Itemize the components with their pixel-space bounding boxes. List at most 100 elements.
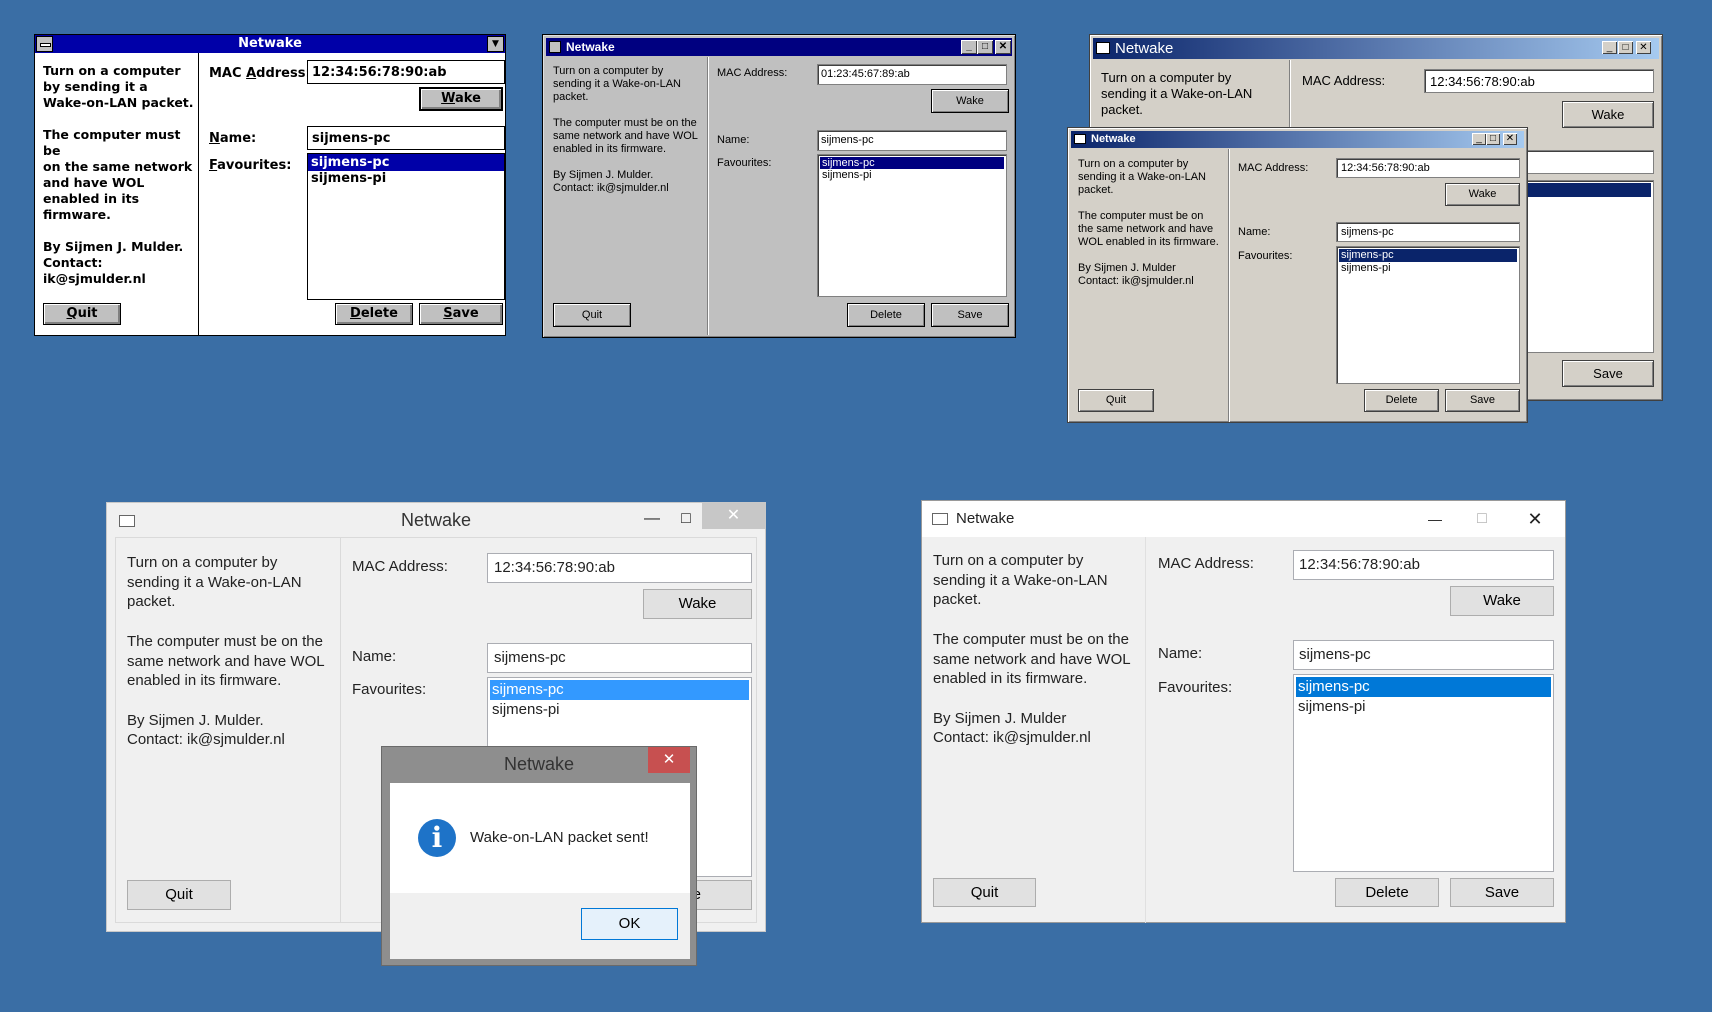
list-item[interactable]: sijmens-pc [820,157,1004,169]
minimize-icon[interactable]: — [1412,501,1458,537]
mac-address-label: MAC Address: [1302,73,1386,88]
list-item[interactable]: sijmens-pi [308,171,504,186]
favourites-list[interactable]: sijmens-pc sijmens-pi [307,153,505,300]
list-item[interactable]: sijmens-pi [1339,262,1517,275]
name-input[interactable]: sijmens-pc [1336,222,1520,242]
name-input[interactable]: sijmens-pc [1293,640,1554,670]
window-title: Netwake [566,40,615,54]
wake-button[interactable]: Wake [1450,586,1554,616]
window-win95: Netwake _ □ ✕ Turn on a computer by send… [542,34,1016,338]
window-title: Netwake [1115,40,1174,57]
list-item[interactable]: sijmens-pi [1296,697,1551,717]
list-item[interactable]: sijmens-pc [490,680,749,700]
delete-button[interactable]: Delete [1364,389,1439,412]
app-icon [119,515,135,527]
close-icon[interactable]: ✕ [702,503,765,529]
wake-button[interactable]: Wake [419,87,503,111]
favourites-label: Favourites: [1238,250,1293,262]
title-bar[interactable]: Netwake [35,35,505,53]
control-menu-icon[interactable] [36,36,53,52]
favourites-list[interactable]: sijmens-pc sijmens-pi [817,154,1007,297]
name-label: Name: [1238,226,1271,238]
favourites-label: Favourites: [209,158,292,173]
title-bar[interactable]: Netwake [1093,38,1659,59]
wake-button[interactable]: Wake [931,89,1009,113]
quit-button[interactable]: Quit [1078,389,1154,412]
mac-address-label: MAC Address: [717,67,788,79]
info-icon: i [418,819,456,857]
quit-button[interactable]: Quit [127,880,231,910]
maximize-icon[interactable]: □ [671,509,701,529]
minimize-icon[interactable]: _ [1602,41,1617,54]
favourites-label: Favourites: [717,157,772,169]
window-title: Netwake [238,36,302,51]
name-input[interactable]: sijmens-pc [487,643,752,673]
mac-address-input[interactable]: 12:34:56:78:90:ab [1293,550,1554,580]
app-icon [1096,42,1110,54]
window-title: Netwake [1091,133,1136,145]
list-item[interactable]: sijmens-pi [820,169,1004,181]
info-text: Turn on a computer by sending it a Wake-… [1101,70,1253,117]
divider [1228,149,1230,422]
favourites-label: Favourites: [352,681,427,698]
mac-address-label: MAC Address: [1158,555,1254,572]
name-input[interactable]: sijmens-pc [307,126,505,150]
list-item[interactable]: sijmens-pi [490,700,749,720]
maximize-icon[interactable]: □ [1618,41,1633,54]
divider [707,57,709,335]
wake-button[interactable]: Wake [643,589,752,619]
close-icon[interactable]: ✕ [1506,501,1564,537]
minimize-icon[interactable]: _ [1472,133,1486,145]
minimize-icon[interactable]: _ [961,40,977,54]
quit-button[interactable]: Quit [553,303,631,327]
minimize-icon[interactable]: — [637,509,667,529]
window-win10: Netwake — □ ✕ Turn on a computer by send… [921,500,1566,923]
title-bar[interactable]: Netwake [546,38,1012,56]
delete-button[interactable]: Delete [335,303,413,325]
wake-button[interactable]: Wake [1445,183,1520,206]
favourites-label: Favourites: [1158,679,1233,696]
divider [340,537,341,923]
info-text: Turn on a computer by sending it a Wake-… [553,65,698,194]
name-label: Name: [717,134,750,146]
app-icon [1074,134,1086,144]
mac-address-input[interactable]: 12:34:56:78:90:ab [487,553,752,583]
save-button[interactable]: Save [1562,360,1654,387]
mac-address-input[interactable]: 01:23:45:67:89:ab [817,64,1007,85]
maximize-icon[interactable]: □ [1486,133,1500,145]
save-button[interactable]: Save [419,303,503,325]
info-text: Turn on a computer by sending it a Wake-… [933,552,1131,747]
close-icon[interactable]: ✕ [1636,41,1651,54]
message-dialog: Netwake ✕ i Wake-on-LAN packet sent! OK [381,746,697,966]
maximize-icon[interactable]: □ [977,40,993,54]
mac-address-input[interactable]: 12:34:56:78:90:ab [1336,158,1520,178]
delete-button[interactable]: Delete [1335,878,1439,907]
mac-address-label: MAC Address: [209,66,311,81]
name-input[interactable]: sijmens-pc [817,130,1007,151]
mac-address-input[interactable]: 12:34:56:78:90:ab [1424,69,1654,93]
mac-address-input[interactable]: 12:34:56:78:90:ab [307,60,505,84]
close-icon[interactable]: ✕ [1503,133,1517,145]
save-button[interactable]: Save [931,303,1009,327]
wake-button[interactable]: Wake [1562,101,1654,128]
close-icon[interactable]: ✕ [995,40,1011,54]
ok-button[interactable]: OK [581,908,678,940]
info-text: Turn on a computer by sending it a Wake-… [1078,158,1219,287]
list-item[interactable]: sijmens-pc [1339,249,1517,262]
save-button[interactable]: Save [1450,878,1554,907]
favourites-list[interactable]: sijmens-pc sijmens-pi [1336,246,1520,384]
list-item[interactable]: sijmens-pc [308,154,504,171]
delete-button[interactable]: Delete [847,303,925,327]
divider [198,53,199,335]
maximize-icon[interactable]: □ [1459,501,1505,537]
minimize-icon[interactable]: ▼ [487,36,504,52]
title-bar[interactable]: Netwake [1071,131,1524,148]
app-icon [932,513,948,525]
quit-button[interactable]: Quit [43,303,121,325]
quit-button[interactable]: Quit [933,878,1036,907]
close-icon[interactable]: ✕ [648,747,690,773]
favourites-list[interactable]: sijmens-pc sijmens-pi [1293,674,1554,872]
list-item[interactable]: sijmens-pc [1296,677,1551,697]
name-label: Name: [209,131,257,146]
save-button[interactable]: Save [1445,389,1520,412]
